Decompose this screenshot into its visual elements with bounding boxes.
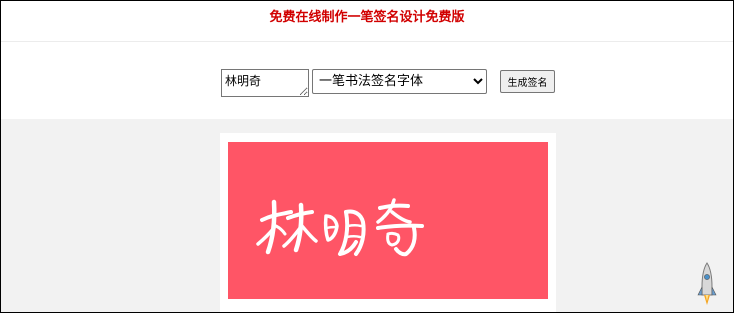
page-header: 免费在线制作一笔签名设计免费版 bbox=[1, 1, 733, 42]
name-input[interactable]: 林明奇 bbox=[221, 69, 309, 97]
page-frame: 免费在线制作一笔签名设计免费版 林明奇 一笔书法签名字体 生成签名 bbox=[0, 0, 734, 313]
rocket-icon[interactable] bbox=[696, 261, 718, 307]
signature-image bbox=[228, 142, 548, 299]
signature-drawing bbox=[256, 198, 424, 257]
signature-result-card bbox=[220, 133, 556, 312]
back-to-top-rocket bbox=[697, 262, 717, 305]
page-title: 免费在线制作一笔签名设计免费版 bbox=[269, 10, 465, 25]
generate-signature-button[interactable]: 生成签名 bbox=[500, 70, 555, 93]
result-area bbox=[1, 119, 733, 312]
font-style-select[interactable]: 一笔书法签名字体 bbox=[312, 69, 487, 94]
signature-form: 林明奇 一笔书法签名字体 生成签名 bbox=[1, 42, 733, 119]
